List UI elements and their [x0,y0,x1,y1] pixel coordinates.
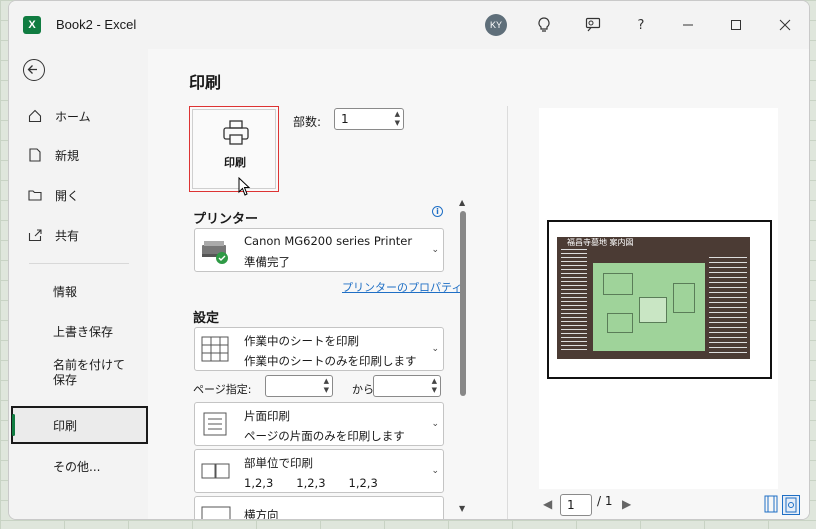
nav-item-label: その他... [53,459,101,474]
sign-text-column [561,249,587,353]
feedback-icon[interactable] [579,11,607,39]
lightbulb-icon[interactable] [530,11,558,39]
preview-sign-title: 福昌寺墓地 案内図 [567,238,634,247]
print-what-dropdown[interactable]: 作業中のシートを印刷 作業中のシートのみを印刷します ⌄ [194,327,444,371]
print-what-desc: 作業中のシートのみを印刷します [244,354,417,368]
next-page-icon[interactable]: ▶ [622,497,631,511]
scrollbar-thumb[interactable] [460,211,466,396]
share-icon [25,228,45,242]
printer-section-title: プリンター [193,212,259,227]
nav-item-share[interactable]: 共有 [11,216,148,254]
window-title: Book2 - Excel [56,17,137,32]
excel-app-icon: X [23,16,41,34]
title-bar: X Book2 - Excel KY ? [9,1,809,49]
page-number-input[interactable]: 1 [560,494,592,516]
excel-window: X Book2 - Excel KY ? ホーム 新規 開く 共有 情報 上書き… [8,0,810,520]
preview-sign-photo [557,237,750,359]
nav-item-save-as[interactable]: 名前を付けて保存 [11,358,148,402]
home-icon [25,109,45,123]
nav-item-new[interactable]: 新規 [11,136,148,174]
print-button[interactable]: 印刷 [189,106,279,192]
page-total: / 1 [597,494,613,508]
orientation-dropdown[interactable]: 横方向 [194,496,444,520]
nav-divider [29,263,129,264]
copies-value: 1 [341,112,349,126]
collate-title: 部単位で印刷 [244,456,313,470]
printer-icon [223,120,249,145]
copies-spinner-icon[interactable]: ▲ ▼ [395,110,400,128]
nav-item-print[interactable]: 印刷 [11,406,148,444]
prev-page-icon[interactable]: ◀ [543,497,552,511]
scroll-up-icon[interactable]: ▲ [459,198,465,207]
copies-input[interactable]: 1 ▲ ▼ [334,108,404,130]
nav-item-label: 名前を付けて保存 [53,358,126,387]
page-number-value: 1 [567,498,575,512]
info-icon[interactable]: i [432,206,443,217]
nav-item-label: 共有 [55,228,80,243]
new-document-icon [25,148,45,162]
pages-to-input[interactable]: ▲ ▼ [373,375,441,397]
pages-to-label: から [352,383,374,396]
mouse-cursor-icon [238,177,251,196]
orientation-title: 横方向 [244,508,279,520]
sides-title: 片面印刷 [244,409,290,423]
scroll-down-icon[interactable]: ▼ [459,504,465,513]
printer-name: Canon MG6200 series Printer [244,234,413,248]
page-title: 印刷 [189,73,222,92]
pages-label: ページ指定: [193,383,252,396]
nav-item-label: 情報 [53,284,78,299]
landscape-icon [201,506,231,519]
minimize-icon[interactable] [674,11,702,39]
sides-dropdown[interactable]: 片面印刷 ページの片面のみを印刷します ⌄ [194,402,444,446]
pane-divider [507,106,508,519]
chevron-down-icon: ⌄ [431,466,439,476]
nav-item-label: 新規 [55,148,80,163]
close-icon[interactable] [771,11,799,39]
chevron-down-icon: ⌄ [431,419,439,429]
printer-status: 準備完了 [244,255,290,269]
printer-properties-link[interactable]: プリンターのプロパティ [342,279,462,295]
print-what-title: 作業中のシートを印刷 [244,334,359,348]
pages-to-spinner-icon[interactable]: ▲ ▼ [432,377,437,395]
printer-device-icon [202,241,228,264]
chevron-down-icon: ⌄ [431,245,439,255]
back-arrow-icon[interactable] [23,59,45,81]
collate-desc: 1,2,3 1,2,3 1,2,3 [244,476,378,490]
nav-item-label: ホーム [55,109,91,124]
nav-item-label: 上書き保存 [53,324,114,339]
nav-item-label: 開く [55,188,80,203]
nav-item-label: 印刷 [53,418,78,433]
printer-dropdown[interactable]: Canon MG6200 series Printer 準備完了 ⌄ [194,228,444,272]
collated-icon [201,463,230,479]
help-icon[interactable]: ? [627,11,655,39]
nav-item-home[interactable]: ホーム [11,97,148,135]
account-avatar[interactable]: KY [485,14,507,36]
pages-from-input[interactable]: ▲ ▼ [265,375,333,397]
zoom-to-page-icon[interactable] [782,495,800,515]
show-margins-icon[interactable] [763,495,781,515]
nav-item-info[interactable]: 情報 [11,272,148,310]
nav-item-save[interactable]: 上書き保存 [11,312,148,350]
sign-map-area [593,263,705,351]
copies-label: 部数: [293,115,322,129]
pages-from-spinner-icon[interactable]: ▲ ▼ [324,377,329,395]
settings-section-title: 設定 [193,311,220,326]
chevron-down-icon: ⌄ [431,344,439,354]
single-sided-icon [203,412,227,436]
print-button-label: 印刷 [224,156,246,169]
collate-dropdown[interactable]: 部単位で印刷 1,2,3 1,2,3 1,2,3 ⌄ [194,449,444,493]
nav-item-more[interactable]: その他... [11,447,148,485]
sheet-grid-icon [201,336,229,362]
sides-desc: ページの片面のみを印刷します [244,429,405,443]
sign-text-column [709,257,747,353]
maximize-icon[interactable] [722,11,750,39]
nav-item-open[interactable]: 開く [11,176,148,214]
folder-open-icon [25,189,45,201]
